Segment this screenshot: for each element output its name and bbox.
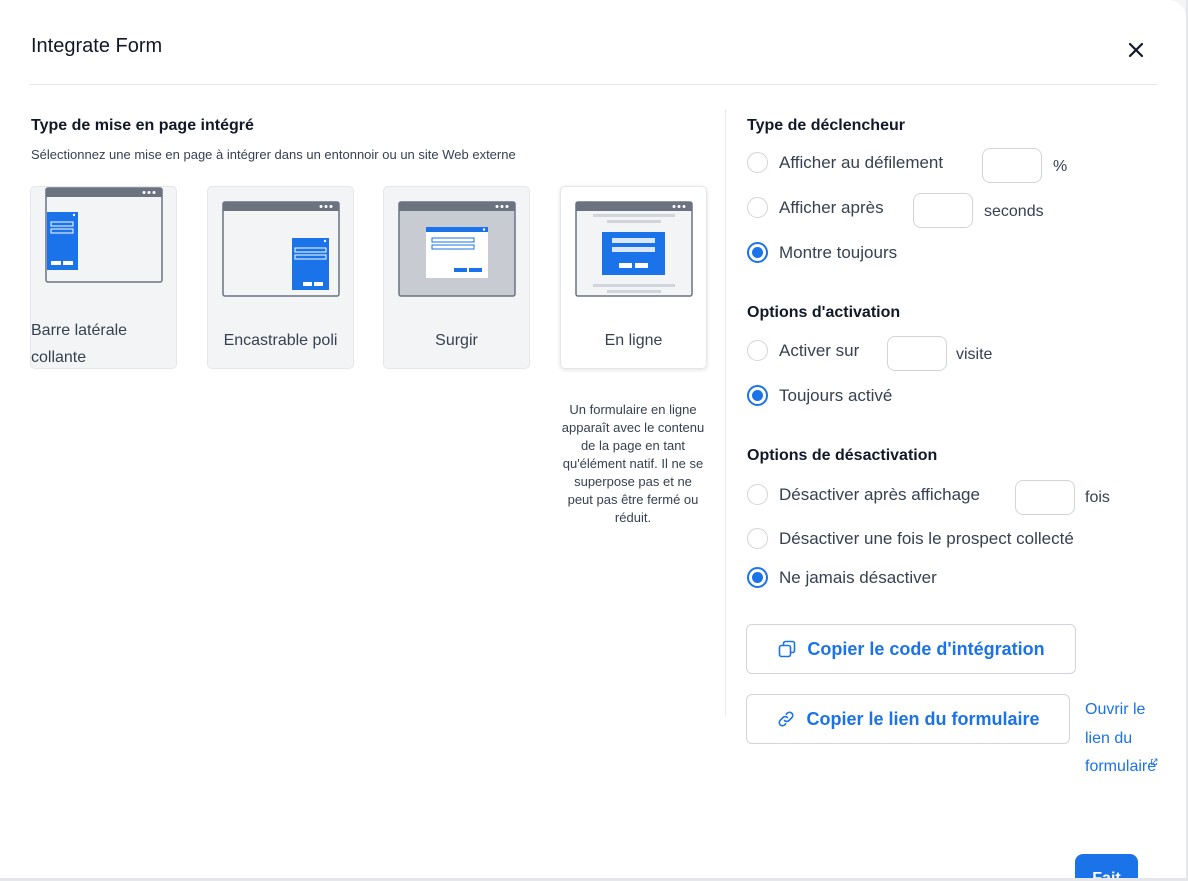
radio-button-selected[interactable] (747, 567, 768, 588)
close-icon (1128, 42, 1144, 58)
modal-title: Integrate Form (31, 35, 163, 57)
column-divider (725, 110, 726, 715)
external-link-icon (1151, 758, 1158, 765)
layout-section-subtitle: Sélectionnez une mise en page à intégrer… (31, 147, 516, 162)
radio-button[interactable] (747, 340, 768, 361)
copy-embed-code-label: Copier le code d'intégration (807, 638, 1045, 659)
layout-option-inline[interactable]: En ligne (560, 186, 707, 369)
radio-button-selected[interactable] (747, 242, 768, 263)
radio-button[interactable] (747, 484, 768, 505)
trigger-option-always[interactable]: Montre toujours (747, 242, 897, 263)
radio-label: Ne jamais désactiver (779, 567, 937, 587)
radio-label: Désactiver une fois le prospect collecté (779, 528, 1074, 548)
trigger-option-delay[interactable]: Afficher après (747, 197, 884, 218)
radio-label: Afficher au défilement (779, 152, 944, 172)
deactivation-count-unit: fois (1085, 489, 1110, 506)
deactivation-option-lead-collected[interactable]: Désactiver une fois le prospect collecté (747, 528, 1074, 549)
copy-embed-code-button[interactable]: Copier le code d'intégration (746, 624, 1076, 674)
link-icon (778, 711, 794, 727)
popup-thumbnail (398, 201, 516, 297)
layout-option-sticky-sidebar[interactable]: Barre latérale collante (30, 186, 177, 369)
activation-option-visit[interactable]: Activer sur (747, 340, 859, 361)
layout-option-label: Encastrable poli (223, 332, 338, 349)
scroll-percent-unit: % (1053, 158, 1068, 175)
copy-form-link-button[interactable]: Copier le lien du formulaire (746, 694, 1070, 744)
radio-button[interactable] (747, 528, 768, 549)
radio-button[interactable] (747, 197, 768, 218)
polished-embed-thumbnail (222, 201, 340, 297)
radio-label: Afficher après (779, 197, 884, 217)
radio-label: Montre toujours (779, 242, 898, 262)
deactivation-option-never[interactable]: Ne jamais désactiver (747, 567, 937, 588)
delay-seconds-input[interactable] (913, 193, 973, 228)
layout-option-label: Surgir (435, 332, 478, 349)
copy-icon (779, 640, 796, 658)
radio-label: Toujours activé (779, 385, 893, 405)
layout-option-label: En ligne (604, 332, 663, 349)
activation-visit-unit: visite (956, 346, 993, 363)
radio-label: Désactiver après affichage (779, 484, 980, 504)
layout-description: Un formulaire en ligne apparaît avec le … (561, 402, 705, 525)
header-divider (30, 84, 1158, 85)
activation-visit-input[interactable] (887, 336, 947, 371)
layout-section-title: Type de mise en page intégré (31, 117, 254, 134)
deactivation-count-input[interactable] (1015, 480, 1075, 515)
close-button[interactable] (1124, 38, 1148, 62)
layout-option-popup[interactable]: Surgir (383, 186, 530, 369)
trigger-option-scroll[interactable]: Afficher au défilement (747, 152, 943, 173)
activation-option-always[interactable]: Toujours activé (747, 385, 892, 406)
delay-seconds-unit: seconds (984, 203, 1044, 220)
open-form-link[interactable]: Ouvrir le lien du formulaire (1085, 696, 1156, 782)
radio-label: Activer sur (779, 340, 860, 360)
radio-button-selected[interactable] (747, 385, 768, 406)
deactivation-option-after-display[interactable]: Désactiver après affichage (747, 484, 980, 505)
layout-option-label: Barre latérale collante (31, 322, 128, 366)
trigger-section-title: Type de déclencheur (747, 117, 905, 134)
layout-option-polished-embed[interactable]: Encastrable poli (207, 186, 354, 369)
inline-thumbnail (575, 201, 693, 297)
integrate-form-modal: Integrate Form Type de mise en page inté… (0, 0, 1186, 878)
done-button[interactable]: Fait (1075, 854, 1138, 878)
sticky-sidebar-thumbnail (45, 187, 163, 283)
deactivation-section-title: Options de désactivation (747, 447, 938, 464)
scroll-percent-input[interactable] (982, 148, 1042, 183)
activation-section-title: Options d'activation (747, 304, 901, 321)
radio-button[interactable] (747, 152, 768, 173)
copy-form-link-label: Copier le lien du formulaire (806, 708, 1040, 729)
